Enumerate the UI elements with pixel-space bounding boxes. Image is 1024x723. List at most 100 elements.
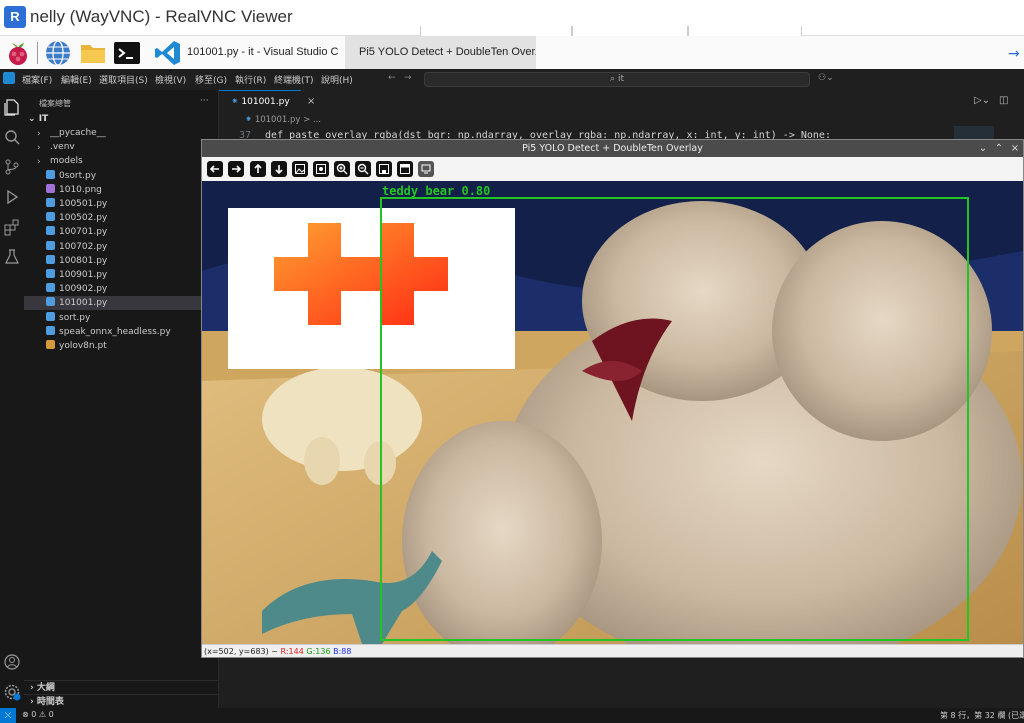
py-file-icon <box>46 269 55 278</box>
menu-help[interactable]: 說明(H) <box>321 73 353 86</box>
camera-view[interactable]: teddy bear 0.80 <box>202 181 1023 644</box>
explorer-item[interactable]: 100501.py <box>24 197 219 211</box>
py-file-icon <box>46 226 55 236</box>
explorer-item[interactable]: 100701.py <box>24 225 219 239</box>
forward-icon[interactable] <box>228 161 244 177</box>
taskbar: 101001.py - it - Visual Studio C.. Pi5 Y… <box>0 36 1024 69</box>
explorer-more-icon[interactable]: ··· <box>200 96 209 106</box>
save-icon[interactable] <box>376 161 392 177</box>
cursor-position[interactable]: 第 8 行，第 32 欄 (已選 <box>940 710 1024 721</box>
task-vscode[interactable]: 101001.py - it - Visual Studio C.. <box>181 36 339 69</box>
nav-forward-icon[interactable]: → <box>404 73 412 83</box>
yolo-status-bar: (x=502, y=683) ~ R:144 G:136 B:88 <box>202 644 1023 657</box>
py-file-icon <box>46 254 55 264</box>
editor-tab[interactable]: ⁕ 101001.py <box>219 90 301 112</box>
explorer-icon[interactable] <box>3 98 21 116</box>
menu-selection[interactable]: 選取項目(S) <box>99 73 148 86</box>
settings-gear-icon[interactable] <box>3 683 21 701</box>
folder-icon[interactable] <box>79 39 107 67</box>
explorer-item[interactable]: 100902.py <box>24 282 219 296</box>
search-icon[interactable] <box>3 128 21 146</box>
py-file-icon <box>46 169 55 179</box>
back-icon[interactable] <box>207 161 223 177</box>
breadcrumb[interactable]: ⁕ 101001.py > ... <box>245 115 321 125</box>
vscode-icon[interactable] <box>154 39 182 67</box>
explorer-item[interactable]: yolov8n.pt <box>24 339 219 353</box>
run-debug-icon[interactable] <box>3 188 21 206</box>
explorer-item-label: models <box>50 156 83 167</box>
problems-count[interactable]: ⊗ 0 ⚠ 0 <box>22 710 54 719</box>
explorer-item[interactable]: 100702.py <box>24 240 219 254</box>
timeline-label: 時間表 <box>36 697 64 707</box>
yolo-toolbar <box>202 157 1023 181</box>
menu-go[interactable]: 移至(G) <box>195 73 227 86</box>
arrow-right-icon[interactable]: → <box>1008 46 1020 62</box>
task-yolo-window[interactable]: Pi5 YOLO Detect + DoubleTen Over.. <box>345 36 536 69</box>
copilot-icon[interactable]: ⚇⌄ <box>818 73 834 83</box>
maximize-icon[interactable]: ⌃ <box>992 140 1006 157</box>
command-search-input[interactable]: ⌕ it <box>424 72 810 87</box>
py-file-icon <box>46 297 55 307</box>
explorer-item[interactable]: 100502.py <box>24 211 219 225</box>
timeline-section[interactable]: › 時間表 <box>24 694 219 708</box>
vscode-logo-icon <box>3 72 15 84</box>
chevron-right-icon: › <box>37 157 41 168</box>
account-icon[interactable] <box>3 653 21 671</box>
yolo-window-title: Pi5 YOLO Detect + DoubleTen Overlay <box>522 143 703 154</box>
explorer-item[interactable]: 100801.py <box>24 254 219 268</box>
explorer-item[interactable]: › .venv <box>24 140 219 154</box>
explorer-item[interactable]: › models <box>24 154 219 168</box>
menu-file[interactable]: 檔案(F) <box>22 73 52 86</box>
globe-icon[interactable] <box>44 39 72 67</box>
source-control-icon[interactable] <box>3 158 21 176</box>
minimize-icon[interactable]: ⌄ <box>976 140 990 157</box>
properties-icon[interactable] <box>397 161 413 177</box>
explorer-item[interactable]: speak_onnx_headless.py <box>24 325 219 339</box>
yolo-window: Pi5 YOLO Detect + DoubleTen Overlay ⌄ ⌃ … <box>201 139 1024 658</box>
image-icon[interactable] <box>292 161 308 177</box>
root-folder[interactable]: ⌄ IT <box>24 112 219 126</box>
activity-bar <box>0 90 24 708</box>
remote-icon[interactable]: ⤬ <box>0 708 16 723</box>
explorer-item[interactable]: › __pycache__ <box>24 126 219 140</box>
zoom-in-icon[interactable] <box>334 161 350 177</box>
nav-back-icon[interactable]: ← <box>388 73 396 83</box>
minimap[interactable] <box>954 126 994 140</box>
explorer-title: 檔案總管 <box>39 99 71 108</box>
extensions-icon[interactable] <box>3 218 21 236</box>
menu-terminal[interactable]: 終端機(T) <box>274 73 314 86</box>
run-file-icon[interactable]: ▷⌄ <box>974 95 990 106</box>
taskbar-divider <box>37 42 38 64</box>
settings-icon[interactable] <box>418 161 434 177</box>
tab-close-icon[interactable]: × <box>307 96 315 107</box>
explorer-item-label: 1010.png <box>59 184 102 195</box>
yolo-titlebar: Pi5 YOLO Detect + DoubleTen Overlay ⌄ ⌃ … <box>202 140 1023 157</box>
explorer-item-label: .venv <box>50 142 75 153</box>
outline-section[interactable]: › 大綱 <box>24 680 219 694</box>
testing-icon[interactable] <box>3 248 21 266</box>
explorer-item[interactable]: sort.py <box>24 311 219 325</box>
menu-view[interactable]: 檢視(V) <box>155 73 186 86</box>
explorer-item[interactable]: 100901.py <box>24 268 219 282</box>
detection-label: teddy bear 0.80 <box>382 184 491 198</box>
up-icon[interactable] <box>250 161 266 177</box>
png-file-icon <box>46 183 55 193</box>
py-file-icon <box>46 240 55 250</box>
image-edit-icon[interactable] <box>313 161 329 177</box>
menu-edit[interactable]: 編輯(E) <box>61 73 92 86</box>
camera-frame-image <box>202 181 1023 644</box>
explorer-item-label: 101001.py <box>59 298 108 309</box>
zoom-out-icon[interactable] <box>355 161 371 177</box>
menu-run[interactable]: 執行(R) <box>235 73 266 86</box>
explorer-item[interactable]: 0sort.py <box>24 169 219 183</box>
search-text: it <box>617 74 624 84</box>
close-icon[interactable]: × <box>1008 140 1022 157</box>
explorer-item[interactable]: 1010.png <box>24 183 219 197</box>
py-file-icon <box>46 212 55 222</box>
explorer-item[interactable]: 101001.py <box>24 296 219 311</box>
raspberry-icon[interactable] <box>4 39 32 67</box>
down-icon[interactable] <box>271 161 287 177</box>
py-file-icon <box>46 311 55 321</box>
terminal-icon[interactable] <box>113 39 141 67</box>
split-editor-icon[interactable]: ◫ <box>999 95 1008 106</box>
